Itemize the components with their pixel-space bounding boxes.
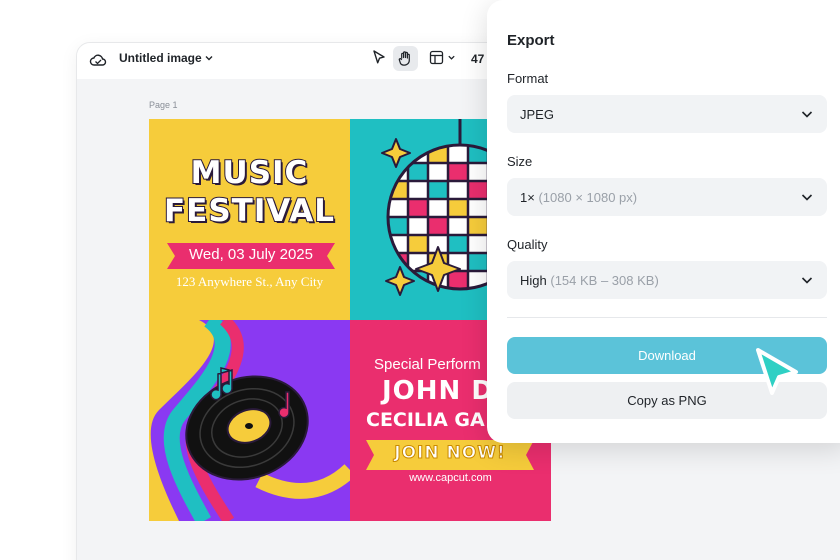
poster-title-festival: FESTIVAL: [163, 192, 335, 230]
quality-select[interactable]: High (154 KB – 308 KB): [507, 261, 827, 299]
poster-artist-2: CECILIA GA: [366, 409, 485, 431]
zoom-level[interactable]: 47: [471, 52, 484, 66]
poster-cta: JOIN NOW!: [394, 443, 506, 464]
poster-quadrant-vinyl: [149, 320, 350, 521]
quality-value: High (154 KB – 308 KB): [520, 273, 659, 288]
size-select[interactable]: 1× (1080 × 1080 px): [507, 178, 827, 216]
hand-icon: [398, 51, 410, 66]
chevron-down-icon[interactable]: [204, 53, 214, 63]
vinyl-record-illustration: [149, 320, 350, 521]
hand-tool-button[interactable]: [393, 46, 418, 71]
chevron-down-icon: [801, 111, 813, 118]
layout-icon[interactable]: [429, 50, 444, 65]
quality-level: High: [520, 273, 547, 288]
size-label: Size: [507, 154, 533, 169]
size-dimensions: (1080 × 1080 px): [538, 190, 638, 205]
size-multiplier: 1×: [520, 190, 535, 205]
chevron-down-icon: [801, 194, 813, 201]
chevron-down-icon[interactable]: [447, 53, 456, 62]
page-label: Page 1: [149, 100, 178, 110]
cursor-pointer-icon: [756, 348, 798, 395]
poster-date: Wed, 03 July 2025: [189, 246, 313, 263]
chevron-down-icon: [801, 277, 813, 284]
format-label: Format: [507, 71, 549, 86]
poster-url: www.capcut.com: [409, 472, 492, 484]
quality-filesize: (154 KB – 308 KB): [550, 273, 659, 288]
divider: [507, 317, 827, 318]
poster-quadrant-title: MUSIC FESTIVAL Wed, 03 July 2025 123 Any…: [149, 119, 350, 320]
export-title: Export: [507, 32, 555, 49]
poster-special-text: Special Perform: [374, 356, 481, 373]
format-value: JPEG: [520, 107, 554, 122]
pointer-icon[interactable]: [370, 49, 388, 67]
size-value: 1× (1080 × 1080 px): [520, 190, 637, 205]
quality-label: Quality: [507, 237, 548, 252]
cloud-icon[interactable]: [89, 51, 107, 69]
format-select[interactable]: JPEG: [507, 95, 827, 133]
poster-address: 123 Anywhere St., Any City: [175, 274, 324, 289]
document-title[interactable]: Untitled image: [119, 51, 202, 65]
poster-title-music: MUSIC: [190, 154, 309, 192]
